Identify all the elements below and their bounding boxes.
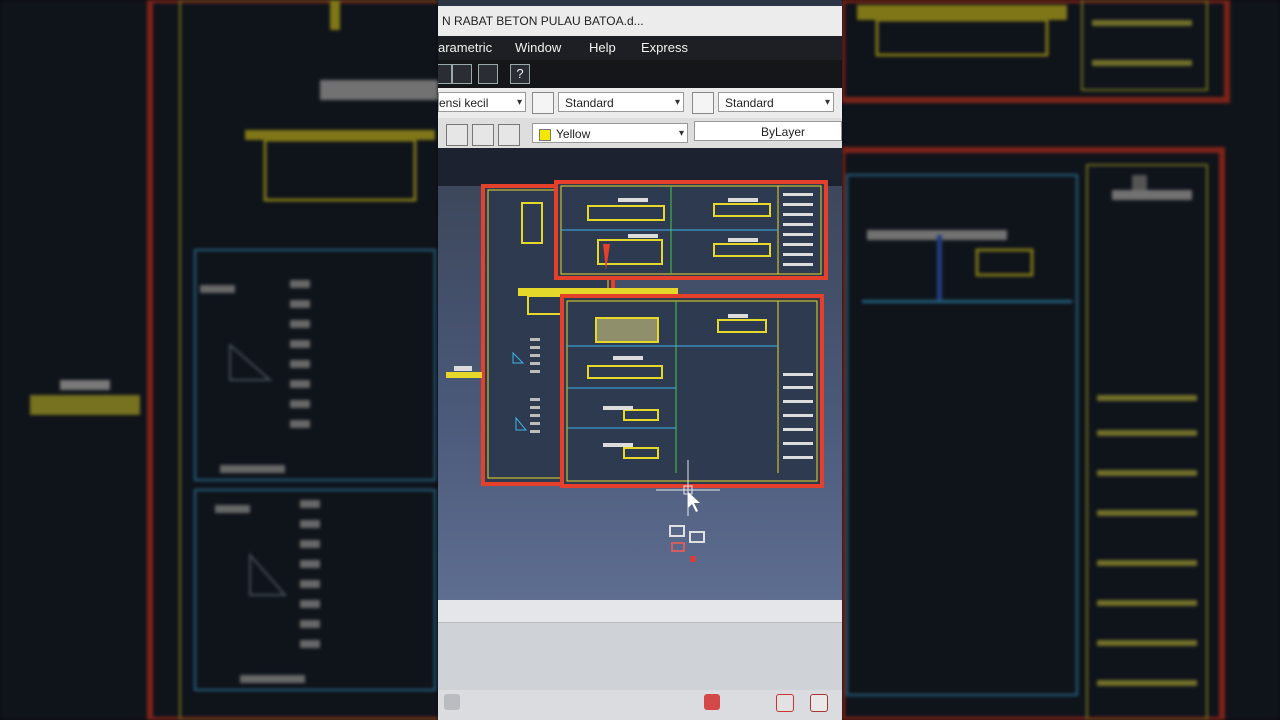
color-select[interactable]: Yellow ▾ — [532, 123, 688, 143]
taskbar-app-icon[interactable] — [444, 694, 460, 710]
standard-toolbar: ? — [438, 60, 842, 90]
taskbar-app-icon[interactable] — [776, 694, 794, 712]
color-swatch — [539, 128, 551, 141]
toolbar-button[interactable] — [438, 64, 452, 84]
table-style-value: Standard — [725, 96, 774, 110]
color-value: Yellow — [556, 127, 591, 141]
chevron-down-icon: ▾ — [824, 97, 830, 108]
layer-icon[interactable] — [452, 64, 472, 84]
linetype-select[interactable]: ByLayer — [694, 121, 842, 141]
chevron-down-icon: ▾ — [678, 128, 684, 139]
layer-walk-icon[interactable] — [498, 124, 520, 146]
dimension-style-select[interactable]: ensi kecil ▾ — [438, 92, 526, 112]
ucs-icon — [669, 525, 705, 562]
layer-previous-icon[interactable] — [472, 124, 494, 146]
text-style-select[interactable]: Standard ▾ — [558, 92, 684, 112]
dimension-style-value: ensi kecil — [439, 96, 489, 110]
properties-button[interactable] — [478, 64, 498, 84]
taskbar — [438, 690, 842, 720]
text-style-icon[interactable] — [532, 92, 554, 114]
model-layout-tabs[interactable] — [438, 600, 842, 623]
background-drawing-left — [30, 0, 438, 720]
taskbar-app-icon[interactable] — [704, 694, 720, 710]
help-icon[interactable]: ? — [510, 64, 530, 84]
background-drawing-right — [842, 0, 1230, 720]
menu-item-express[interactable]: Express — [641, 36, 688, 60]
menu-item-window[interactable]: Window — [515, 36, 561, 60]
table-style-icon[interactable] — [692, 92, 714, 114]
menu-item-parametric[interactable]: arametric — [438, 36, 492, 60]
linetype-value: ByLayer — [760, 125, 805, 139]
cad-drawing — [446, 180, 828, 562]
styles-toolbar: ensi kecil ▾ Standard ▾ Standard ▾ — [438, 88, 842, 118]
menu-bar: arametric Window Help Express — [438, 36, 842, 60]
chevron-down-icon: ▾ — [516, 97, 522, 108]
chevron-down-icon: ▾ — [674, 97, 680, 108]
table-style-select[interactable]: Standard ▾ — [718, 92, 834, 112]
layer-state-icon[interactable] — [446, 124, 468, 146]
window-title: N RABAT BETON PULAU BATOA.d... — [438, 6, 842, 36]
taskbar-app-icon[interactable] — [810, 694, 828, 712]
blurred-background-left — [0, 0, 438, 720]
drawing-canvas[interactable] — [438, 148, 842, 600]
menu-item-help[interactable]: Help — [589, 36, 616, 60]
autocad-screen: N RABAT BETON PULAU BATOA.d... arametric… — [438, 0, 842, 720]
properties-toolbar: Yellow ▾ ByLayer — [438, 118, 842, 148]
text-style-value: Standard — [565, 96, 614, 110]
blurred-background-right — [842, 0, 1280, 720]
